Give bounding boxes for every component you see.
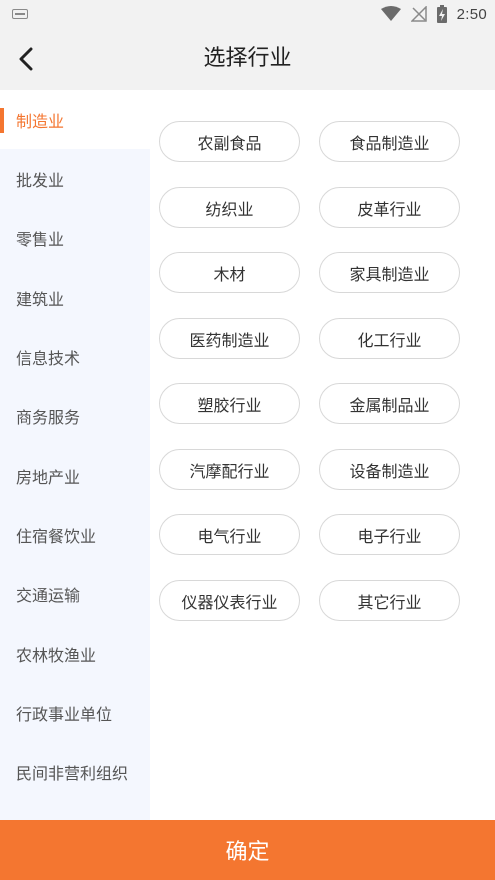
- back-button[interactable]: [8, 41, 44, 77]
- sidebar-item-it[interactable]: 信息技术: [0, 327, 150, 386]
- nav-bar: 选择行业: [0, 28, 495, 90]
- wifi-icon: [380, 6, 401, 21]
- sidebar-item-label: 建筑业: [16, 289, 65, 309]
- sidebar-item-label: 行政事业单位: [16, 704, 113, 724]
- option-chip[interactable]: 纺织业: [159, 187, 300, 228]
- option-chip[interactable]: 医药制造业: [159, 318, 300, 359]
- option-chip[interactable]: 皮革行业: [319, 187, 460, 228]
- sidebar-item-retail[interactable]: 零售业: [0, 208, 150, 267]
- sidebar-item-label: 制造业: [16, 111, 65, 131]
- sidebar-item-label: 信息技术: [16, 348, 81, 368]
- sidebar-item-label: 房地产业: [16, 467, 81, 487]
- option-chip[interactable]: 化工行业: [319, 318, 460, 359]
- status-time: 2:50: [456, 5, 487, 23]
- option-chip[interactable]: 电子行业: [319, 514, 460, 555]
- option-chip[interactable]: 农副食品: [159, 121, 300, 162]
- no-signal-icon: [410, 6, 427, 22]
- industry-options: 农副食品 食品制造业 纺织业 皮革行业 木材 家具制造业 医药制造业 化工行业 …: [150, 90, 495, 820]
- option-chip[interactable]: 设备制造业: [319, 449, 460, 490]
- option-chip[interactable]: 塑胶行业: [159, 383, 300, 424]
- option-chip[interactable]: 其它行业: [319, 580, 460, 621]
- sidebar-item-agriculture[interactable]: 农林牧渔业: [0, 624, 150, 683]
- option-chip[interactable]: 电气行业: [159, 514, 300, 555]
- option-chip[interactable]: 木材: [159, 252, 300, 293]
- sidebar-item-label: 农林牧渔业: [16, 645, 97, 665]
- option-chip[interactable]: 家具制造业: [319, 252, 460, 293]
- sidebar-item-construction[interactable]: 建筑业: [0, 268, 150, 327]
- sidebar-item-real-estate[interactable]: 房地产业: [0, 446, 150, 505]
- option-chip[interactable]: 仪器仪表行业: [159, 580, 300, 621]
- sidebar-item-label: 住宿餐饮业: [16, 526, 97, 546]
- page-title: 选择行业: [203, 46, 292, 71]
- status-icons: 2:50: [380, 2, 487, 26]
- sidebar-item-wholesale[interactable]: 批发业: [0, 149, 150, 208]
- sidebar-item-label: 商务服务: [16, 407, 81, 427]
- confirm-button[interactable]: 确定: [0, 820, 495, 880]
- chevron-left-icon: [19, 47, 33, 71]
- sidebar-item-label: 民间非营利组织: [16, 763, 129, 783]
- option-chip[interactable]: 食品制造业: [319, 121, 460, 162]
- sidebar-item-hospitality[interactable]: 住宿餐饮业: [0, 505, 150, 564]
- option-chip[interactable]: 汽摩配行业: [159, 449, 300, 490]
- category-sidebar: 制造业 批发业 零售业 建筑业 信息技术 商务服务 房地产业 住宿餐饮业 交通运…: [0, 90, 150, 820]
- sidebar-item-public-institution[interactable]: 行政事业单位: [0, 683, 150, 742]
- sidebar-item-manufacturing[interactable]: 制造业: [0, 90, 150, 149]
- sidebar-item-nonprofit[interactable]: 民间非营利组织: [0, 742, 150, 801]
- sidebar-item-label: 交通运输: [16, 585, 81, 605]
- sidebar-item-transport[interactable]: 交通运输: [0, 564, 150, 623]
- status-bar: 2:50: [0, 0, 495, 28]
- sidebar-item-label: 批发业: [16, 170, 65, 190]
- sidebar-item-label: 零售业: [16, 229, 65, 249]
- sidebar-item-business-services[interactable]: 商务服务: [0, 386, 150, 445]
- battery-charging-icon: [436, 5, 447, 23]
- keyboard-icon: [12, 9, 28, 19]
- option-chip[interactable]: 金属制品业: [319, 383, 460, 424]
